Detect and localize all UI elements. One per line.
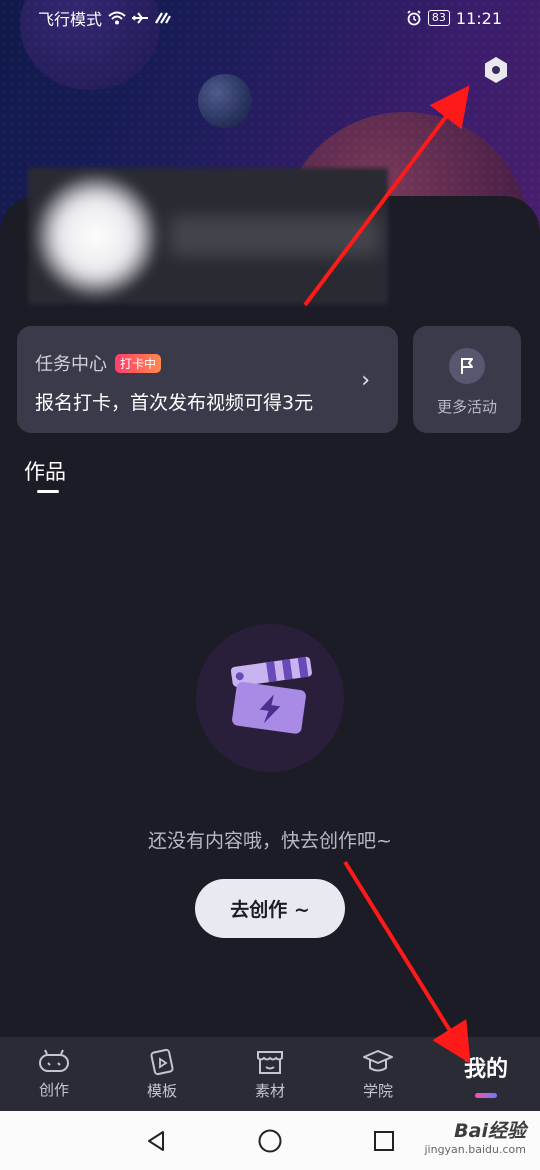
nav-label-profile: 我的 — [463, 1056, 508, 1082]
clock: 11:21 — [455, 8, 502, 28]
nav-item-material[interactable]: 素材 — [216, 1037, 324, 1111]
nav-label-create: 创作 — [38, 1080, 69, 1099]
tab-indicator — [37, 490, 59, 493]
wifi-icon — [108, 11, 126, 25]
nav-label-material: 素材 — [254, 1081, 285, 1100]
recents-icon[interactable] — [372, 1129, 396, 1153]
nav-active-indicator — [475, 1092, 497, 1098]
chevron-right-icon: › — [361, 368, 370, 393]
material-icon — [257, 1050, 283, 1074]
airplane-mode-text: 飞行模式 — [38, 10, 103, 29]
check-in-badge: 打卡中 — [115, 353, 162, 373]
more-activities-label: 更多活动 — [436, 398, 497, 416]
nav-label-academy: 学院 — [362, 1081, 393, 1100]
alarm-icon — [407, 10, 421, 26]
nav-item-academy[interactable]: 学院 — [324, 1037, 432, 1111]
nav-item-template[interactable]: 模板 — [108, 1037, 216, 1111]
status-bar: 飞行模式 83 11:21 — [0, 0, 540, 36]
airplane-icon — [132, 12, 149, 24]
academy-icon — [363, 1049, 393, 1071]
flag-icon-wrap — [449, 348, 485, 384]
signal-icon — [155, 12, 171, 24]
nav-label-template: 模板 — [146, 1081, 177, 1100]
more-activities-button[interactable]: 更多活动 — [413, 326, 521, 433]
task-center-card[interactable]: 任务中心 打卡中 报名打卡，首次发布视频可得3元 › — [17, 326, 398, 433]
nav-item-profile[interactable]: 我的 — [432, 1037, 540, 1111]
username-blurred — [170, 216, 380, 256]
nav-item-create[interactable]: 创作 — [0, 1037, 108, 1111]
back-icon[interactable] — [144, 1129, 168, 1153]
create-icon — [39, 1049, 69, 1072]
go-create-button[interactable]: 去创作 ~ — [195, 879, 345, 938]
clapperboard-icon — [230, 656, 312, 734]
home-icon[interactable] — [257, 1128, 283, 1154]
settings-icon — [485, 57, 507, 83]
task-description: 报名打卡，首次发布视频可得3元 — [35, 392, 314, 414]
bottom-navigation: 创作 模板 素材 学院 我的 — [0, 1037, 540, 1111]
battery-indicator: 83 — [427, 10, 450, 26]
task-center-title: 任务中心 — [35, 354, 107, 375]
flag-icon — [461, 358, 473, 374]
settings-button[interactable] — [480, 54, 512, 86]
empty-state-message: 还没有内容哦，快去创作吧~ — [148, 830, 392, 852]
watermark-sub: jingyan.baidu.com — [424, 1143, 526, 1156]
template-icon — [150, 1048, 174, 1075]
baidu-watermark: Bai经验 jingyan.baidu.com — [424, 1116, 526, 1156]
watermark-main: Bai经验 — [454, 1120, 526, 1142]
tab-works[interactable]: 作品 — [24, 456, 66, 486]
avatar[interactable] — [36, 176, 156, 296]
